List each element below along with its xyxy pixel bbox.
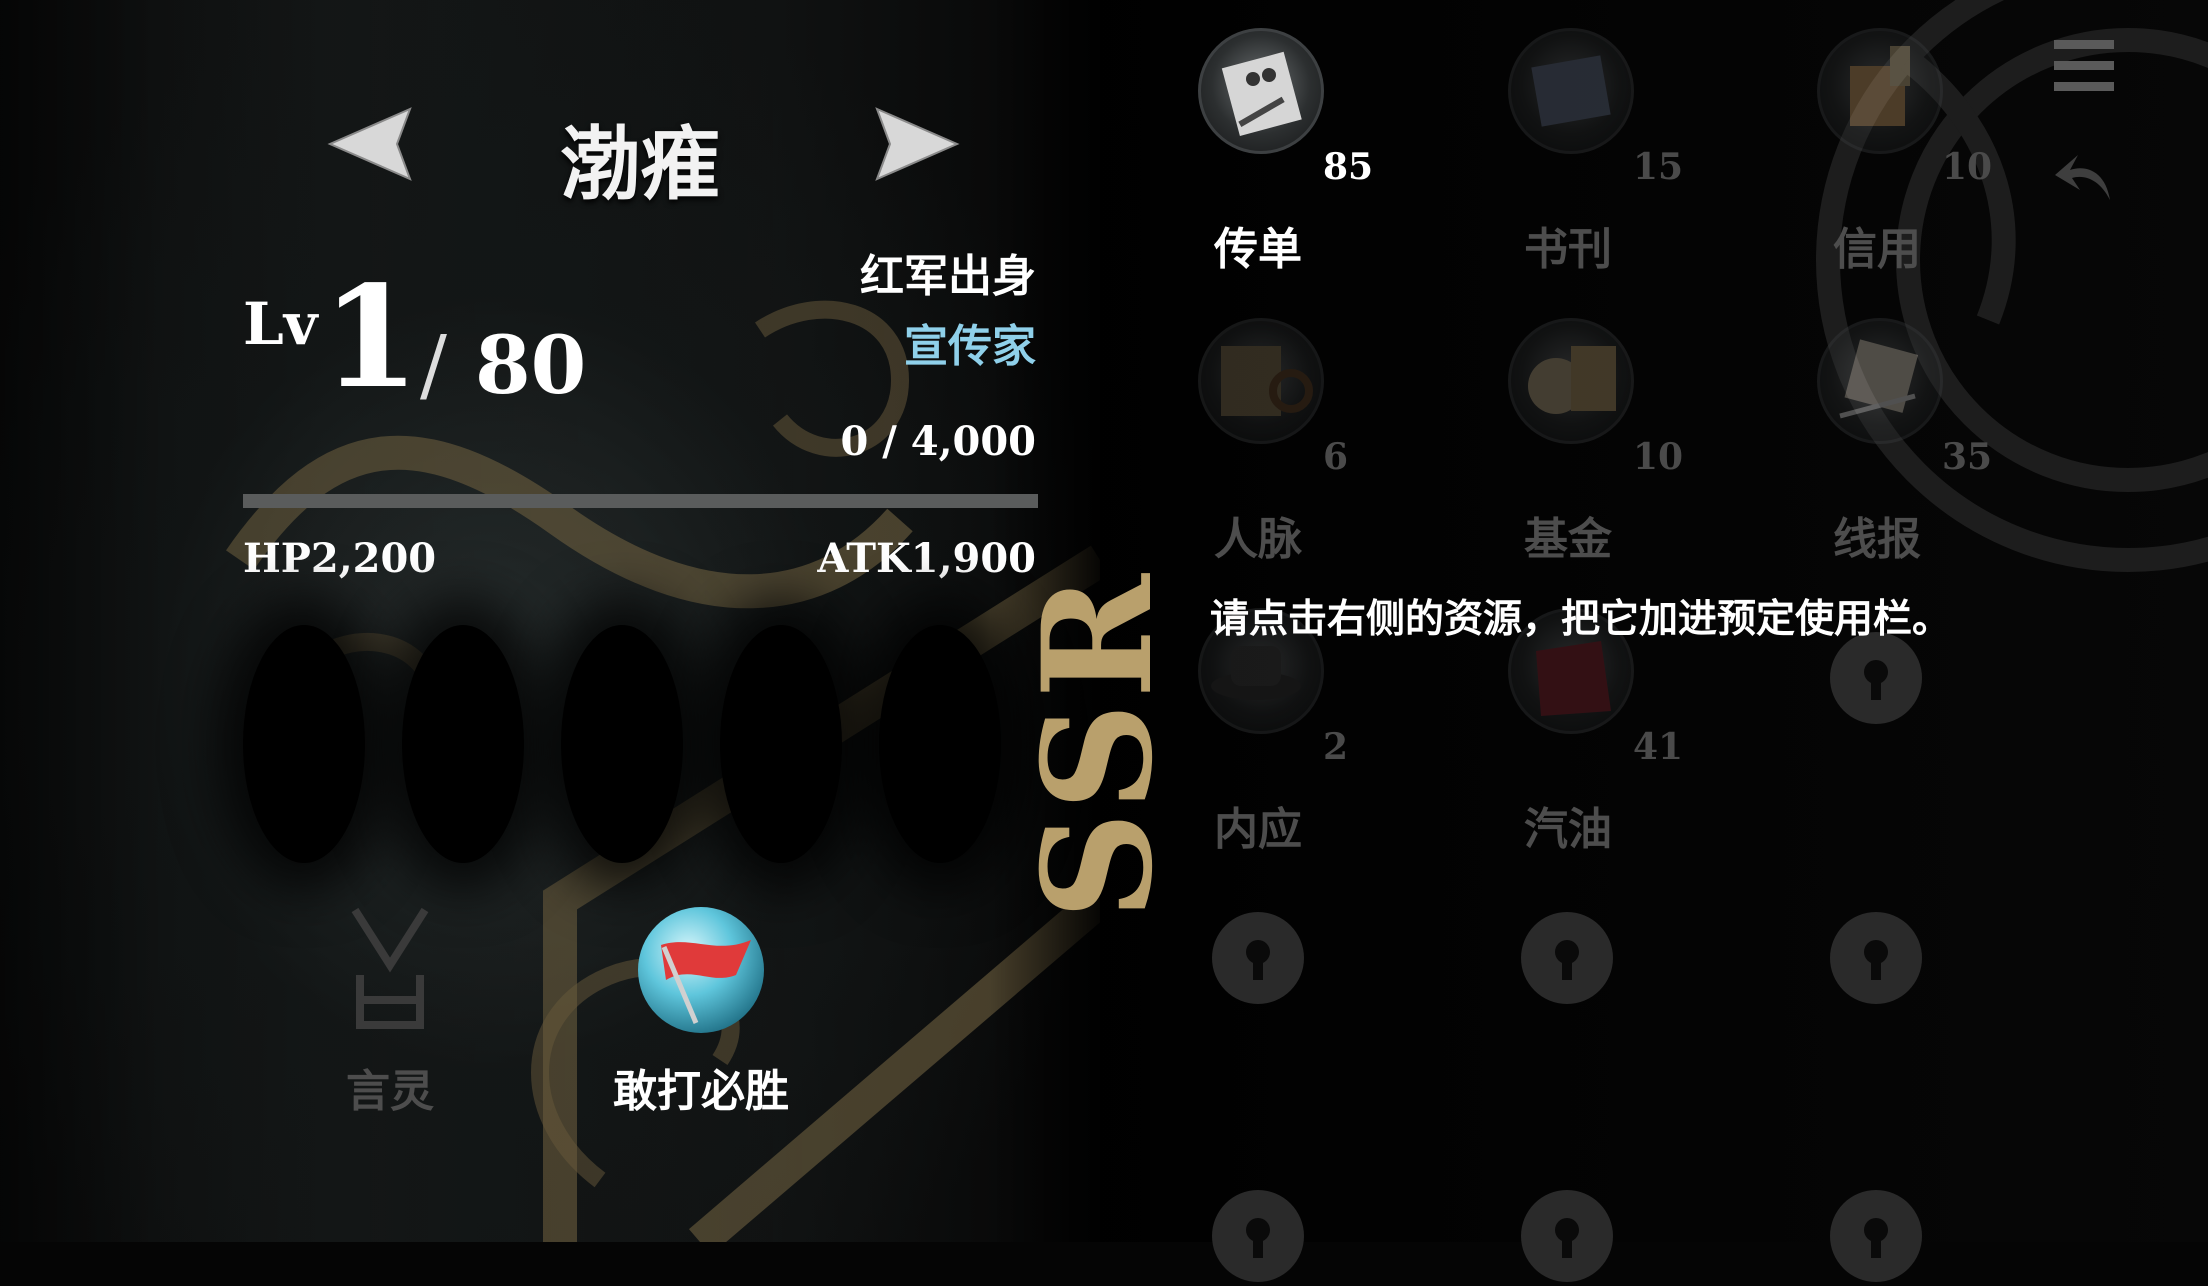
resource-item-intel[interactable]: 35 线报 — [1747, 318, 2007, 588]
resource-item-fuel[interactable]: 41 汽油 — [1438, 608, 1698, 878]
resource-count: 35 — [1942, 436, 1993, 478]
keyhole-icon — [1555, 1218, 1579, 1258]
reserve-slot-2[interactable] — [402, 625, 524, 863]
hint-text: 请点击右侧的资源，把它加进预定使用栏。 — [1210, 597, 1952, 642]
locked-slot[interactable] — [1830, 912, 1922, 1004]
hamburger-menu-icon — [2054, 40, 2114, 91]
book-icon — [1508, 28, 1634, 154]
level-value: 1 — [322, 256, 420, 420]
skill-label-yanling: 言灵 — [346, 1066, 434, 1117]
resource-item-network[interactable]: 6 人脉 — [1128, 318, 1388, 588]
skill-label-gandabisheng: 敢打必胜 — [613, 1066, 789, 1117]
resource-label: 汽油 — [1524, 804, 1612, 855]
arrow-left-icon — [327, 107, 412, 181]
resource-label: 线报 — [1833, 514, 1921, 565]
hp-stat: HP2,200 — [243, 535, 437, 582]
resource-label: 人脉 — [1214, 514, 1302, 565]
resource-label: 传单 — [1214, 224, 1302, 275]
resource-label: 基金 — [1524, 514, 1612, 565]
resource-count: 15 — [1633, 146, 1684, 188]
resource-item-insider[interactable]: 2 内应 — [1128, 608, 1388, 878]
locked-slot[interactable] — [1212, 912, 1304, 1004]
level-slash: / — [420, 318, 447, 411]
resource-item-book[interactable]: 15 书刊 — [1438, 28, 1698, 298]
reserve-slot-5[interactable] — [879, 625, 1001, 863]
keyhole-icon — [1246, 1218, 1270, 1258]
character-name: 渤痽 — [560, 117, 720, 211]
back-arrow-icon — [2055, 155, 2110, 200]
note-quill-icon — [1817, 318, 1943, 444]
resource-label: 内应 — [1214, 804, 1302, 855]
keyhole-icon — [1555, 940, 1579, 980]
keyhole-icon — [1246, 940, 1270, 980]
back-button[interactable] — [2050, 140, 2120, 210]
red-flag-orb-icon[interactable] — [636, 905, 766, 1035]
resource-count: 41 — [1633, 726, 1684, 768]
locked-slot[interactable] — [1521, 1190, 1613, 1282]
leaflet-stamp-icon — [1198, 28, 1324, 154]
seal-letter-icon — [1817, 28, 1943, 154]
reserve-slot-4[interactable] — [720, 625, 842, 863]
reserve-slot-3[interactable] — [561, 625, 683, 863]
menu-button[interactable] — [2052, 36, 2116, 96]
resource-label: 书刊 — [1524, 224, 1612, 275]
keyhole-icon — [1864, 1218, 1888, 1258]
resource-item-credit[interactable]: 10 信用 — [1747, 28, 2007, 298]
resource-item-fund[interactable]: 10 基金 — [1438, 318, 1698, 588]
level-label: Lv — [243, 290, 318, 358]
keyhole-icon — [1864, 660, 1888, 700]
resource-count: 6 — [1323, 436, 1349, 478]
next-character-button[interactable] — [872, 104, 962, 184]
resource-count: 10 — [1633, 436, 1684, 478]
photo-beads-icon — [1198, 318, 1324, 444]
cup-glyph-icon[interactable] — [345, 905, 435, 1035]
arrow-right-icon — [875, 107, 960, 181]
resource-count: 85 — [1323, 146, 1374, 188]
resource-count: 2 — [1323, 726, 1349, 768]
resource-count: 10 — [1942, 146, 1993, 188]
locked-slot[interactable] — [1212, 1190, 1304, 1282]
resource-item-leaflet[interactable]: 85 传单 — [1128, 28, 1388, 298]
experience-bar — [243, 494, 1038, 508]
locked-slot[interactable] — [1830, 1190, 1922, 1282]
character-role: 宣传家 — [904, 321, 1036, 372]
pocket-watch-icon — [1508, 318, 1634, 444]
previous-character-button[interactable] — [325, 104, 415, 184]
atk-stat: ATK1,900 — [817, 535, 1036, 582]
resource-label: 信用 — [1833, 224, 1921, 275]
experience-text: 0 / 4,000 — [840, 418, 1036, 465]
locked-slot[interactable] — [1830, 632, 1922, 724]
character-origin: 红军出身 — [860, 251, 1036, 302]
keyhole-icon — [1864, 940, 1888, 980]
level-max: 80 — [475, 318, 587, 412]
locked-slot[interactable] — [1521, 912, 1613, 1004]
reserve-slot-1[interactable] — [243, 625, 365, 863]
